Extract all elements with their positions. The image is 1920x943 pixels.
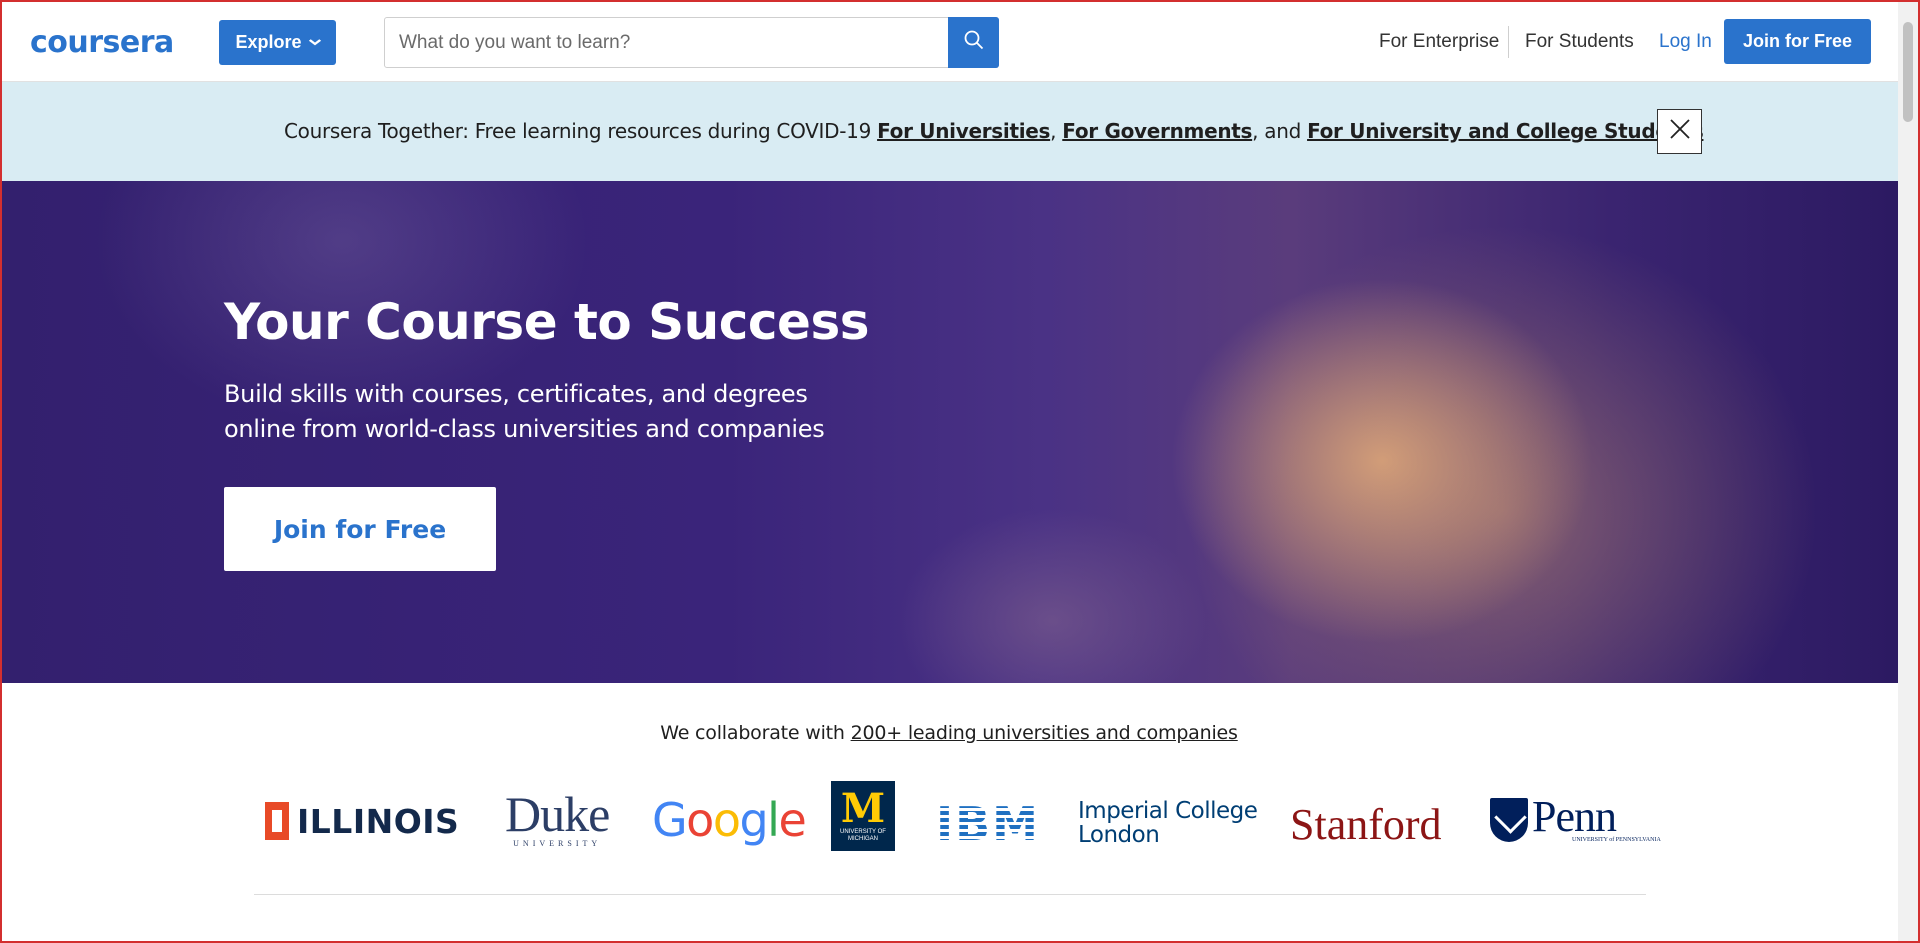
search-icon: [964, 30, 984, 55]
scrollbar-thumb[interactable]: [1903, 22, 1913, 122]
login-link[interactable]: Log In: [1659, 30, 1712, 54]
hero-section: Your Course to Success Build skills with…: [2, 181, 1898, 683]
duke-logo[interactable]: Duke UNIVERSITY: [505, 786, 610, 848]
chevron-down-icon: [308, 37, 321, 49]
banner-separator: , and: [1252, 119, 1308, 143]
michigan-logo-subtext: UNIVERSITY OF: [840, 829, 886, 835]
section-divider: [254, 894, 1646, 895]
imperial-logo-line2: London: [1078, 822, 1160, 848]
partners-link[interactable]: 200+ leading universities and companies: [851, 722, 1238, 744]
banner-separator: ,: [1050, 119, 1063, 143]
penn-logo-text: Penn: [1532, 792, 1617, 841]
stanford-logo[interactable]: Stanford: [1290, 799, 1442, 850]
imperial-college-logo[interactable]: Imperial College London: [1078, 798, 1258, 848]
join-for-free-hero-button[interactable]: Join for Free: [224, 487, 496, 571]
penn-logo-wordmark: Penn UNIVERSITY of PENNSYLVANIA: [1532, 792, 1661, 844]
michigan-logo-text: MICHIGAN: [848, 836, 878, 842]
explore-button[interactable]: Explore: [219, 20, 336, 65]
google-logo[interactable]: Google: [652, 793, 807, 847]
for-enterprise-link[interactable]: For Enterprise: [1379, 30, 1499, 54]
ibm-logo[interactable]: IBM: [936, 797, 1040, 851]
penn-logo[interactable]: Penn UNIVERSITY of PENNSYLVANIA: [1490, 792, 1661, 844]
illinois-i-mark-icon: [265, 802, 289, 840]
banner-link-governments[interactable]: For Governments: [1062, 119, 1252, 143]
partner-logos: ILLINOIS Duke UNIVERSITY Google M UNIVER…: [0, 781, 1898, 860]
banner-link-students[interactable]: For University and College Students: [1307, 119, 1704, 143]
search-input[interactable]: [385, 18, 947, 67]
join-for-free-header-button[interactable]: Join for Free: [1724, 19, 1871, 64]
banner-close-button[interactable]: [1657, 109, 1702, 154]
penn-shield-icon: [1490, 798, 1528, 842]
illinois-logo[interactable]: ILLINOIS: [265, 801, 459, 841]
nav-divider: [1508, 26, 1509, 58]
michigan-logo[interactable]: M UNIVERSITY OF MICHIGAN: [831, 781, 895, 851]
duke-logo-text: Duke: [505, 786, 610, 842]
imperial-logo-line1: Imperial College: [1078, 798, 1258, 824]
coursera-logo[interactable]: coursera: [30, 26, 174, 60]
banner-link-universities[interactable]: For Universities: [877, 119, 1050, 143]
covid-banner: Coursera Together: Free learning resourc…: [2, 82, 1898, 181]
page-scrollbar[interactable]: [1898, 2, 1918, 941]
michigan-m-mark: M: [840, 785, 886, 832]
partners-intro-text: We collaborate with: [660, 722, 851, 744]
hero-subtitle: Build skills with courses, certificates,…: [224, 380, 825, 443]
explore-label: Explore: [235, 32, 302, 52]
duke-logo-subtext: UNIVERSITY: [513, 839, 602, 848]
banner-text: Coursera Together: Free learning resourc…: [284, 119, 878, 143]
partners-intro: We collaborate with 200+ leading univers…: [0, 722, 1898, 744]
illinois-logo-text: ILLINOIS: [297, 801, 460, 841]
close-icon: [1669, 118, 1691, 145]
for-students-link[interactable]: For Students: [1525, 30, 1634, 54]
top-header: coursera Explore For Enterprise For Stud…: [2, 2, 1898, 82]
search-bar: [384, 17, 999, 68]
penn-logo-subtext: UNIVERSITY of PENNSYLVANIA: [1572, 837, 1661, 843]
banner-message: Coursera Together: Free learning resourc…: [284, 119, 1704, 143]
search-button[interactable]: [948, 17, 999, 68]
hero-title: Your Course to Success: [224, 293, 869, 351]
